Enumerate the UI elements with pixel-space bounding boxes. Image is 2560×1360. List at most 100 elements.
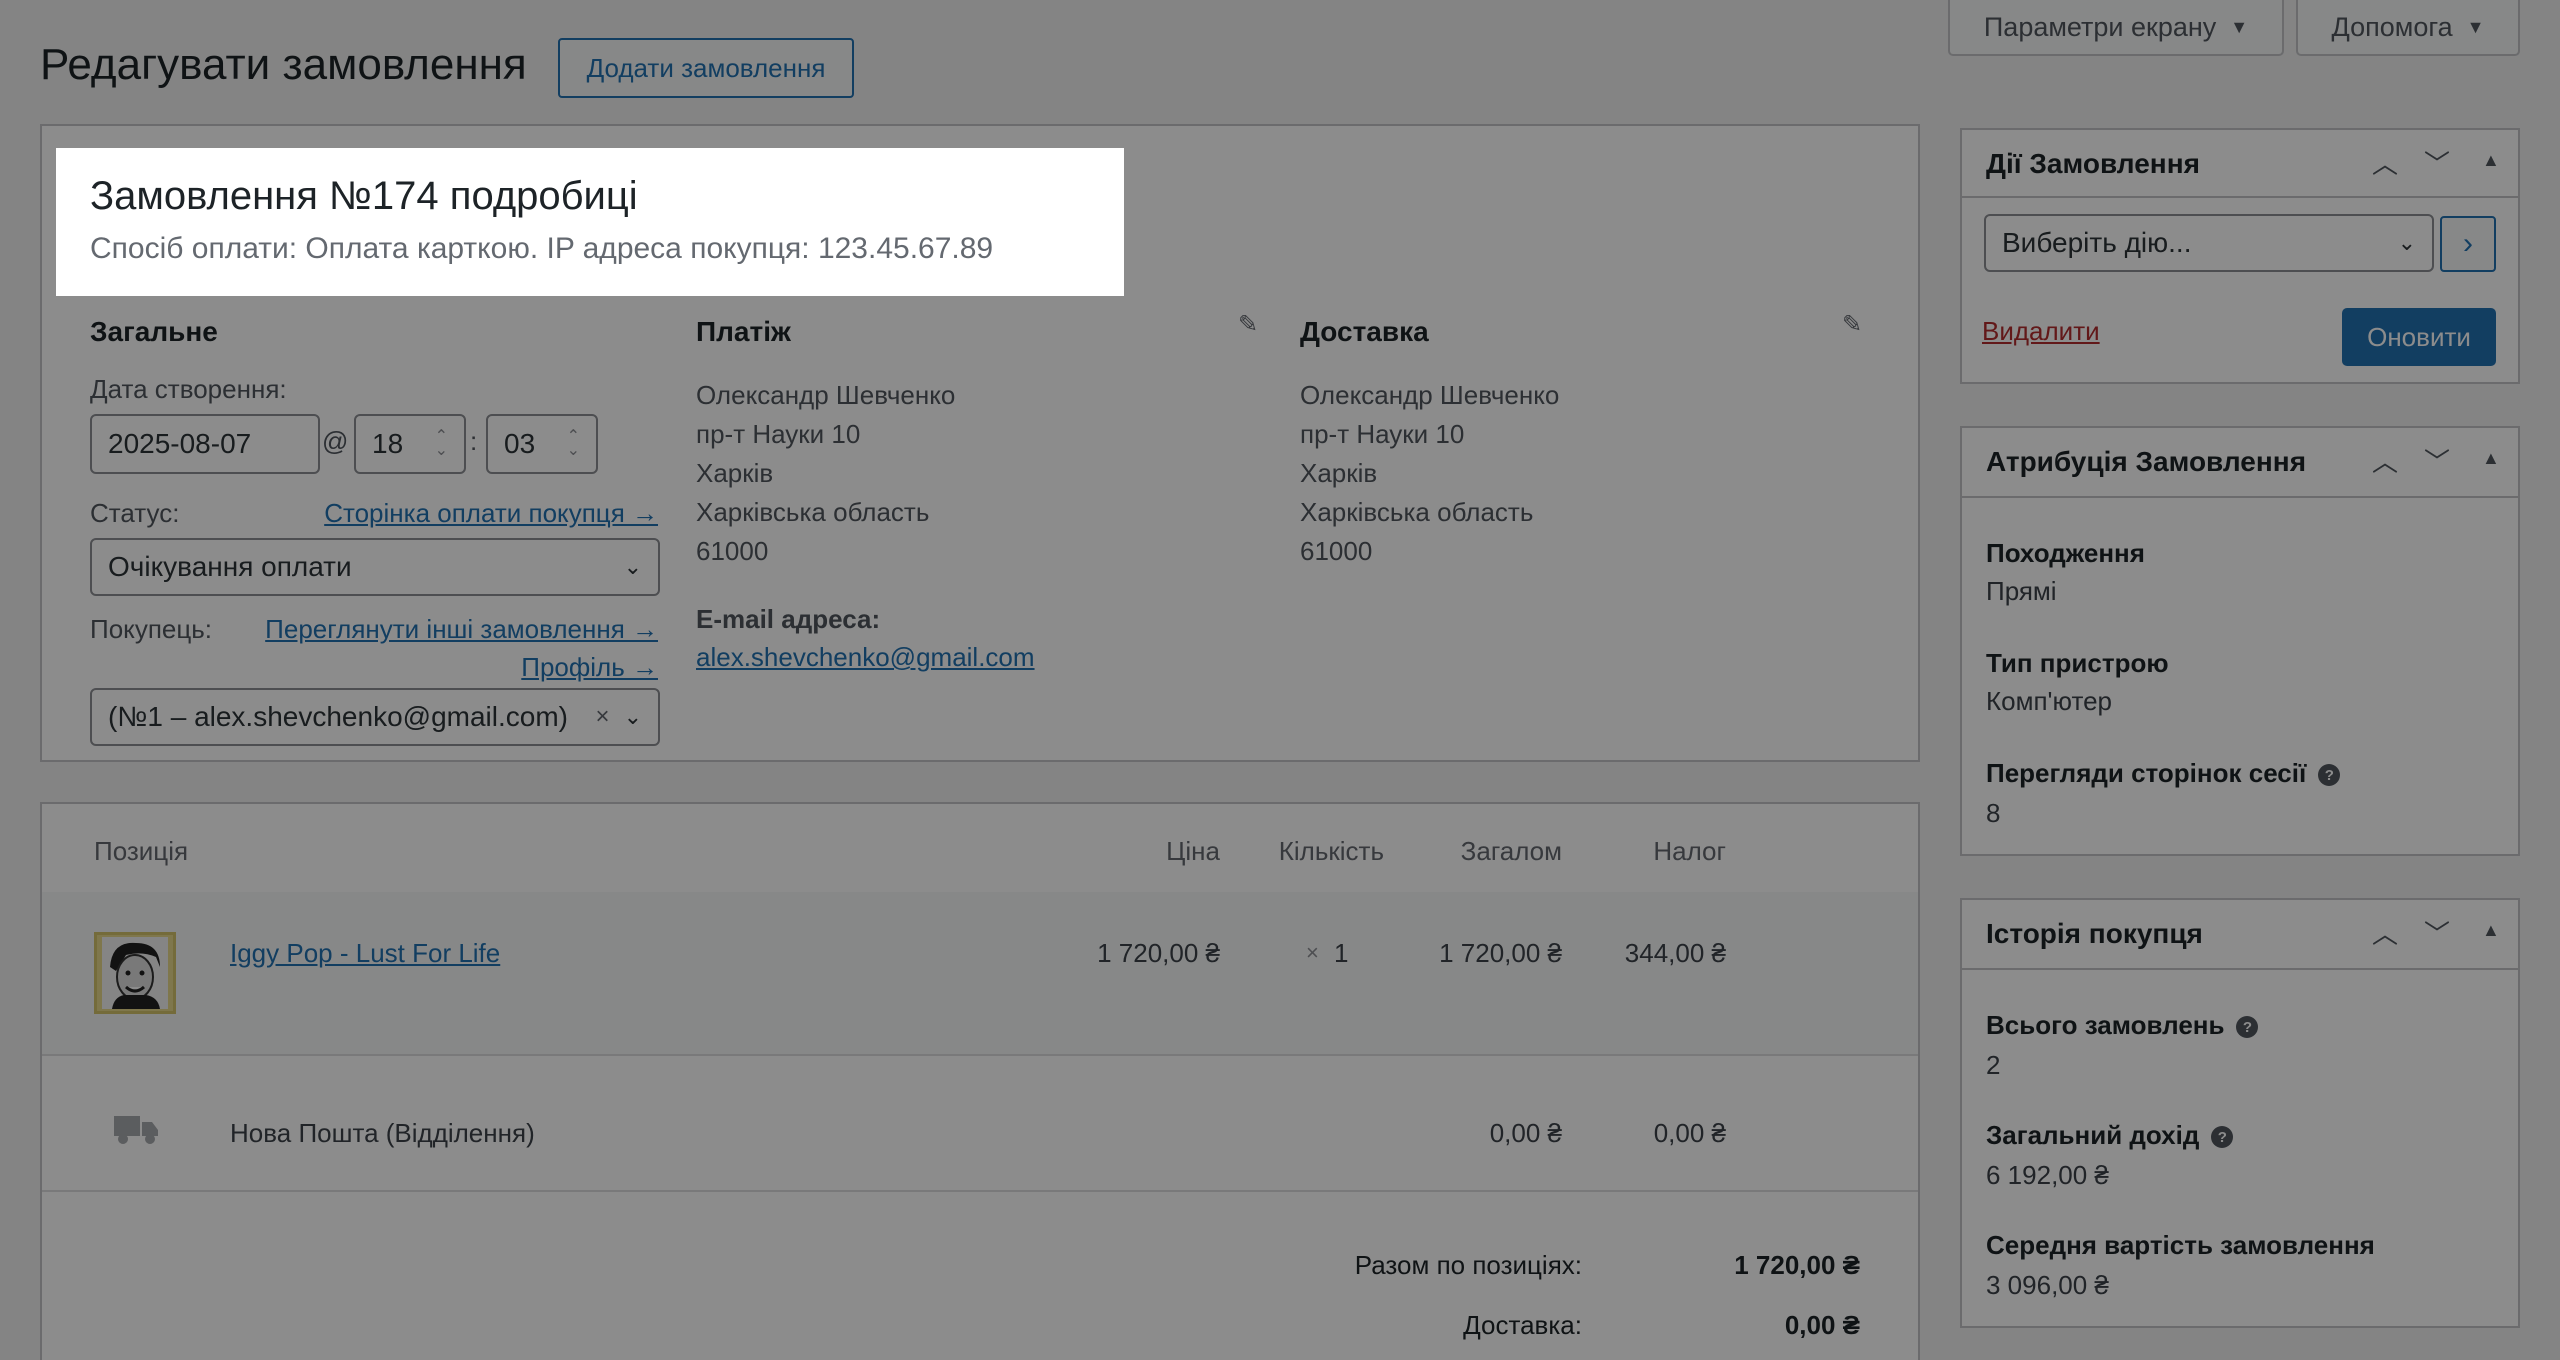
chevron-down-icon: ⌄ [623,554,642,579]
shipping-region: Харківська область [1300,497,1534,527]
payment-page-link[interactable]: Сторінка оплати покупця → [324,498,658,529]
total-orders-row: Всього замовлень? [1986,1010,2259,1041]
collapse-icon[interactable]: ▲ [2482,448,2500,469]
clear-icon[interactable]: × [596,703,610,731]
items-row-bg [42,892,1918,1056]
shipping-total-value: 0,00 ₴ [1784,1310,1860,1340]
history-heading: Історія покупця [1986,918,2203,949]
highlight-box [56,148,1124,296]
shipping-name: Олександр Шевченко [1300,380,1560,410]
total-revenue-label: Загальний дохід [1986,1120,2200,1150]
items-subtotal-value: 1 720,00 ₴ [1734,1250,1860,1280]
item-tax: 344,00 ₴ [1624,938,1726,968]
caret-down-icon: ▼ [2466,16,2485,37]
help-icon[interactable]: ? [2211,1126,2234,1149]
status-select[interactable]: Очікування оплати ⌄ [90,538,660,596]
move-down-icon[interactable]: ﹀ [2424,144,2450,181]
avg-order-value: 3 096,00 ₴ [1986,1270,2109,1300]
billing-zip: 61000 [696,536,769,566]
face-image [102,937,168,1009]
shipping-heading: Доставка [1300,316,1429,347]
apply-action-button[interactable]: › [2440,216,2496,272]
customer-select[interactable]: (№1 – alex.shevchenko@gmail.com) × ⌄ [90,688,660,746]
spinner-icon[interactable]: ⌃ ⌄ [435,429,448,459]
chevron-down-icon: ⌄ [2397,230,2416,255]
avg-order-label: Середня вартість замовлення [1986,1230,2375,1260]
col-item: Позиція [94,836,189,866]
billing-address: Олександр Шевченко пр-т Науки 10 Харків … [696,376,955,571]
minute-value: 03 [504,428,536,459]
pageviews-label-row: Перегляди сторінок сесії? [1986,758,2341,789]
item-price: 1 720,00 ₴ [1097,938,1220,968]
move-up-icon[interactable]: ︿ [2372,914,2398,951]
pencil-icon[interactable]: ✎ [1842,310,1862,339]
date-value: 2025-08-07 [108,428,252,459]
date-label: Дата створення: [90,374,287,404]
customer-label: Покупець: [90,614,213,644]
move-down-icon[interactable]: ﹀ [2424,914,2450,951]
pencil-icon[interactable]: ✎ [1238,310,1258,339]
device-label: Тип пристрою [1986,648,2169,678]
billing-heading: Платіж [696,316,791,347]
order-action-select[interactable]: Виберіть дію... ⌄ [1984,214,2434,272]
caret-down-icon: ▼ [2230,16,2249,37]
date-input[interactable]: 2025-08-07 [90,414,320,474]
time-colon: : [470,426,478,456]
product-thumbnail[interactable] [94,932,176,1014]
general-heading: Загальне [90,316,218,347]
help-label: Допомога [2331,11,2453,42]
page-title: Редагувати замовлення [40,40,527,89]
billing-city: Харків [696,458,774,488]
minute-input[interactable]: 03 ⌃ ⌄ [486,414,598,474]
attribution-heading: Атрибуція Замовлення [1986,446,2307,477]
shipping-method-name: Нова Пошта (Відділення) [230,1118,535,1148]
item-qty: 1 [1334,938,1349,968]
email-label: E-mail адреса: [696,604,881,634]
billing-email-link[interactable]: alex.shevchenko@gmail.com [696,642,1035,673]
collapse-icon[interactable]: ▲ [2482,920,2500,941]
origin-value: Прямі [1986,576,2057,606]
profile-link[interactable]: Профіль → [521,652,658,683]
qty-x: × [1306,940,1319,965]
move-up-icon[interactable]: ︿ [2372,442,2398,479]
billing-region: Харківська область [696,497,930,527]
screen-options-button[interactable]: Параметри екрану ▼ [1948,0,2284,56]
move-up-icon[interactable]: ︿ [2372,144,2398,181]
move-down-icon[interactable]: ﹀ [2424,442,2450,479]
order-subtitle: Спосіб оплати: Оплата карткою. IP адреса… [90,232,994,265]
total-orders-label: Всього замовлень [1986,1010,2225,1040]
help-button[interactable]: Допомога ▼ [2296,0,2520,56]
order-action-value: Виберіть дію... [2002,227,2192,258]
screen-options-label: Параметри екрану [1983,11,2217,42]
total-orders-value: 2 [1986,1050,2001,1080]
help-icon[interactable]: ? [2236,1016,2259,1039]
spinner-icon[interactable]: ⌃ ⌄ [567,429,580,459]
shipping-city: Харків [1300,458,1378,488]
shipping-total: 0,00 ₴ [1489,1118,1562,1148]
shipping-zip: 61000 [1300,536,1373,566]
collapse-icon[interactable]: ▲ [2482,150,2500,171]
hour-value: 18 [372,428,404,459]
shipping-street: пр-т Науки 10 [1300,419,1465,449]
shipping-address: Олександр Шевченко пр-т Науки 10 Харків … [1300,376,1559,571]
customer-value: (№1 – alex.shevchenko@gmail.com) [108,701,568,732]
other-orders-link[interactable]: Переглянути інші замовлення → [265,614,658,645]
product-link[interactable]: Iggy Pop - Lust For Life [230,938,500,969]
total-revenue-row: Загальний дохід? [1986,1120,2234,1151]
billing-street: пр-т Науки 10 [696,419,861,449]
update-button[interactable]: Оновити [2342,308,2496,366]
delete-link[interactable]: Видалити [1982,316,2100,347]
origin-label: Походження [1986,538,2145,568]
item-total: 1 720,00 ₴ [1439,938,1562,968]
col-total: Загалом [1460,836,1562,866]
add-order-button[interactable]: Додати замовлення [558,38,854,98]
shipping-tax: 0,00 ₴ [1653,1118,1726,1148]
col-price: Ціна [1166,836,1220,866]
chevron-down-icon: ⌄ [623,704,642,729]
shipping-total-label: Доставка: [1463,1310,1582,1340]
col-qty: Кількість [1278,836,1384,866]
help-icon[interactable]: ? [2318,764,2341,787]
total-revenue-value: 6 192,00 ₴ [1986,1160,2109,1190]
hour-input[interactable]: 18 ⌃ ⌄ [354,414,466,474]
items-subtotal-label: Разом по позиціях: [1354,1250,1582,1280]
